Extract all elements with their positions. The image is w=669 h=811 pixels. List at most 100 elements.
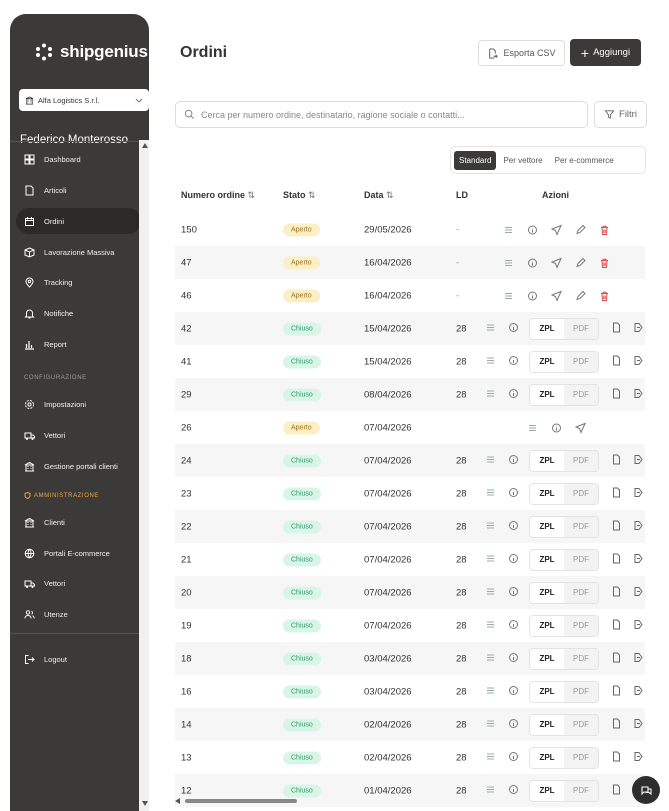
- document-icon[interactable]: [611, 718, 622, 729]
- sidebar-admin-portali-e-commerce[interactable]: Portali E-commerce: [16, 540, 141, 566]
- scrollbar-thumb[interactable]: [185, 799, 297, 803]
- sidebar-item-notifiche[interactable]: Notifiche: [16, 300, 141, 326]
- header-stato[interactable]: Stato ⇅: [283, 190, 316, 201]
- document-icon[interactable]: [611, 619, 622, 630]
- sidebar-admin-utenze[interactable]: Utenze: [16, 601, 141, 627]
- sidebar-config-gestione-portali-clienti[interactable]: Gestione portali clienti: [16, 453, 141, 479]
- zpl-button[interactable]: ZPL: [530, 648, 564, 669]
- logout-button[interactable]: Logout: [16, 646, 141, 672]
- sidebar-item-report[interactable]: Report: [16, 331, 141, 357]
- header-data[interactable]: Data ⇅: [364, 190, 394, 201]
- table-row[interactable]: 13 Chiuso 02/04/2026 28 ZPL PDF: [175, 741, 645, 774]
- zpl-button[interactable]: ZPL: [530, 549, 564, 570]
- table-row[interactable]: 47 Aperto 16/04/2026 -: [175, 246, 645, 279]
- pdf-button[interactable]: PDF: [564, 582, 598, 603]
- list-icon[interactable]: [485, 520, 496, 531]
- list-icon[interactable]: [485, 586, 496, 597]
- list-icon[interactable]: [485, 718, 496, 729]
- forward-icon[interactable]: [633, 652, 644, 663]
- search-input[interactable]: Cerca per numero ordine, destinatario, r…: [175, 101, 588, 128]
- sidebar-admin-vettori[interactable]: Vettori: [16, 570, 141, 596]
- forward-icon[interactable]: [633, 487, 644, 498]
- info-icon[interactable]: [508, 520, 519, 531]
- sidebar-item-dashboard[interactable]: Dashboard: [16, 146, 141, 172]
- table-row[interactable]: 23 Chiuso 07/04/2026 28 ZPL PDF: [175, 477, 645, 510]
- forward-icon[interactable]: [633, 553, 644, 564]
- pdf-button[interactable]: PDF: [564, 384, 598, 405]
- view-per-ecommerce-tab[interactable]: Per e-commerce: [550, 151, 619, 170]
- zpl-button[interactable]: ZPL: [530, 582, 564, 603]
- list-icon[interactable]: [503, 290, 514, 301]
- table-row[interactable]: 14 Chiuso 02/04/2026 28 ZPL PDF: [175, 708, 645, 741]
- filter-button[interactable]: Filtri: [594, 101, 647, 128]
- pdf-button[interactable]: PDF: [564, 747, 598, 768]
- info-icon[interactable]: [508, 685, 519, 696]
- forward-icon[interactable]: [633, 322, 644, 333]
- export-csv-button[interactable]: Esporta CSV: [478, 40, 565, 66]
- info-icon[interactable]: [508, 784, 519, 795]
- scroll-down-arrow-icon[interactable]: [142, 801, 148, 806]
- pdf-button[interactable]: PDF: [564, 450, 598, 471]
- info-icon[interactable]: [508, 652, 519, 663]
- list-icon[interactable]: [485, 685, 496, 696]
- pdf-button[interactable]: PDF: [564, 351, 598, 372]
- company-select[interactable]: Alfa Logistics S.r.l.: [19, 89, 149, 111]
- list-icon[interactable]: [485, 388, 496, 399]
- edit-icon[interactable]: [575, 257, 586, 268]
- list-icon[interactable]: [485, 751, 496, 762]
- document-icon[interactable]: [611, 355, 622, 366]
- logo[interactable]: shipgenius: [34, 42, 148, 62]
- list-icon[interactable]: [485, 652, 496, 663]
- info-icon[interactable]: [527, 257, 538, 268]
- delete-icon[interactable]: [599, 257, 610, 268]
- forward-icon[interactable]: [633, 520, 644, 531]
- document-icon[interactable]: [611, 520, 622, 531]
- table-row[interactable]: 22 Chiuso 07/04/2026 28 ZPL PDF: [175, 510, 645, 543]
- zpl-button[interactable]: ZPL: [530, 483, 564, 504]
- list-icon[interactable]: [503, 257, 514, 268]
- info-icon[interactable]: [527, 290, 538, 301]
- list-icon[interactable]: [485, 553, 496, 564]
- zpl-button[interactable]: ZPL: [530, 747, 564, 768]
- document-icon[interactable]: [611, 751, 622, 762]
- document-icon[interactable]: [611, 553, 622, 564]
- list-icon[interactable]: [527, 422, 538, 433]
- sidebar-item-ordini[interactable]: Ordini: [16, 208, 141, 234]
- pdf-button[interactable]: PDF: [564, 615, 598, 636]
- sidebar-admin-clienti[interactable]: Clienti: [16, 509, 141, 535]
- document-icon[interactable]: [611, 652, 622, 663]
- document-icon[interactable]: [611, 388, 622, 399]
- info-icon[interactable]: [508, 388, 519, 399]
- info-icon[interactable]: [508, 355, 519, 366]
- sidebar-item-lavorazione-massiva[interactable]: Lavorazione Massiva: [16, 239, 141, 265]
- view-standard-tab[interactable]: Standard: [454, 150, 497, 170]
- zpl-button[interactable]: ZPL: [530, 516, 564, 537]
- zpl-button[interactable]: ZPL: [530, 384, 564, 405]
- list-icon[interactable]: [485, 322, 496, 333]
- sidebar-config-impostazioni[interactable]: Impostazioni: [16, 391, 141, 417]
- scroll-up-arrow-icon[interactable]: [142, 143, 148, 148]
- document-icon[interactable]: [611, 586, 622, 597]
- table-row[interactable]: 42 Chiuso 15/04/2026 28 ZPL PDF: [175, 312, 645, 345]
- table-row[interactable]: 20 Chiuso 07/04/2026 28 ZPL PDF: [175, 576, 645, 609]
- info-icon[interactable]: [508, 322, 519, 333]
- document-icon[interactable]: [611, 487, 622, 498]
- forward-icon[interactable]: [633, 718, 644, 729]
- pdf-button[interactable]: PDF: [564, 681, 598, 702]
- table-row[interactable]: 24 Chiuso 07/04/2026 28 ZPL PDF: [175, 444, 645, 477]
- forward-icon[interactable]: [633, 355, 644, 366]
- pdf-button[interactable]: PDF: [564, 516, 598, 537]
- send-icon[interactable]: [551, 224, 562, 235]
- table-row[interactable]: 16 Chiuso 03/04/2026 28 ZPL PDF: [175, 675, 645, 708]
- document-icon[interactable]: [611, 685, 622, 696]
- info-icon[interactable]: [551, 422, 562, 433]
- edit-icon[interactable]: [575, 224, 586, 235]
- pdf-button[interactable]: PDF: [564, 648, 598, 669]
- table-row[interactable]: 29 Chiuso 08/04/2026 28 ZPL PDF: [175, 378, 645, 411]
- table-row[interactable]: 41 Chiuso 15/04/2026 28 ZPL PDF: [175, 345, 645, 378]
- info-icon[interactable]: [508, 619, 519, 630]
- list-icon[interactable]: [485, 784, 496, 795]
- sidebar-item-tracking[interactable]: Tracking: [16, 269, 141, 295]
- info-icon[interactable]: [508, 487, 519, 498]
- send-icon[interactable]: [551, 257, 562, 268]
